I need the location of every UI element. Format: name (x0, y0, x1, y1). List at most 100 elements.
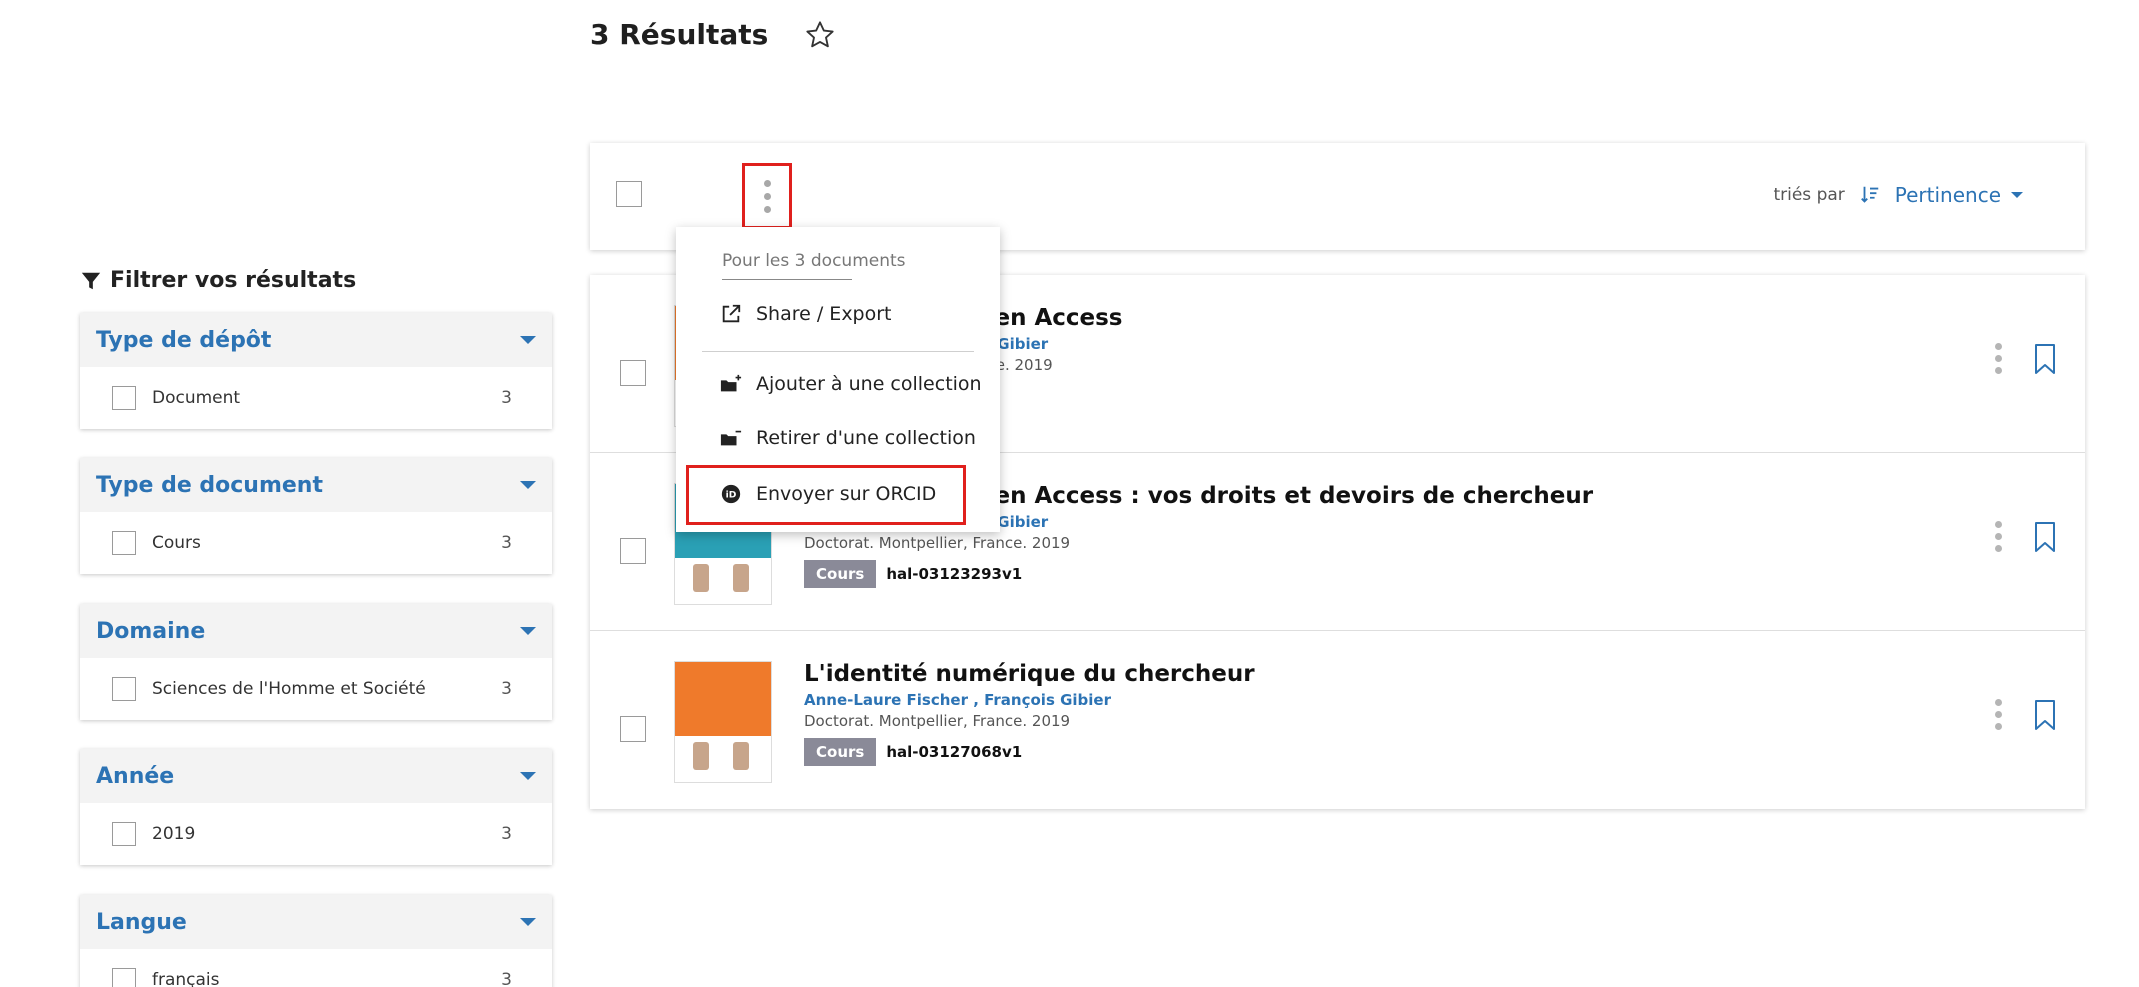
result-checkbox[interactable] (620, 538, 646, 564)
select-all-checkbox[interactable] (616, 181, 642, 207)
facet-type-depot: Type de dépôt Document 3 (80, 313, 552, 429)
sort-label: triés par (1773, 185, 1845, 205)
row-more-button[interactable] (1991, 699, 2005, 730)
menu-item-send-orcid[interactable]: iD Envoyer sur ORCID (720, 483, 936, 505)
menu-item-label: Retirer d'une collection (756, 427, 976, 449)
facet-option-label: français (152, 970, 220, 987)
facet-title: Année (96, 763, 175, 789)
caret-down-icon (2011, 192, 2023, 198)
facet-title: Domaine (96, 618, 206, 644)
more-vertical-icon-dot (1994, 533, 2002, 540)
share-export-icon (722, 304, 741, 323)
chevron-down-icon[interactable] (520, 481, 536, 489)
chevron-down-icon[interactable] (520, 627, 536, 635)
facet-header[interactable]: Type de document (80, 458, 552, 512)
thumbnail-figure (733, 742, 749, 770)
facet-langue: Langue français 3 (80, 895, 552, 987)
more-vertical-icon-dot (1994, 545, 2002, 552)
bookmark-icon[interactable] (2033, 343, 2057, 375)
result-meta: Doctorat. Montpellier, France. 2019 (804, 712, 1071, 730)
result-meta: Doctorat. Montpellier, France. 2019 (804, 534, 1071, 552)
facet-option-label: Cours (152, 533, 201, 553)
chevron-down-icon[interactable] (520, 918, 536, 926)
facet-option-count: 3 (501, 533, 512, 553)
menu-item-label: Share / Export (756, 303, 892, 325)
hal-id[interactable]: hal-03127068v1 (886, 743, 1022, 761)
facet-option[interactable]: 2019 3 (80, 803, 552, 865)
menu-item-label: Ajouter à une collection (756, 373, 982, 395)
facet-title: Type de document (96, 472, 323, 498)
facet-header[interactable]: Domaine (80, 604, 552, 658)
more-vertical-icon (1994, 699, 2002, 706)
document-thumbnail[interactable] (674, 661, 772, 783)
result-checkbox[interactable] (620, 716, 646, 742)
menu-header-underline (722, 279, 852, 280)
facet-option[interactable]: Sciences de l'Homme et Société 3 (80, 658, 552, 720)
folder-add-icon (720, 374, 742, 392)
facet-header[interactable]: Type de dépôt (80, 313, 552, 367)
facet-option[interactable]: Cours 3 (80, 512, 552, 574)
page-title: 3 Résultats (590, 18, 769, 51)
facet-option[interactable]: français 3 (80, 949, 552, 987)
filter-title: Filtrer vos résultats (80, 268, 356, 293)
bookmark-icon[interactable] (2033, 521, 2057, 553)
result-item: L'identité numérique du chercheur Anne-L… (590, 631, 2085, 809)
sort-value: Pertinence (1894, 183, 2001, 207)
document-type-badge: Cours (804, 738, 877, 766)
sort-icon (1860, 186, 1879, 203)
facet-option[interactable]: Document 3 (80, 367, 552, 429)
facet-option-label: Document (152, 388, 241, 408)
filter-icon (81, 272, 101, 289)
more-vertical-icon (763, 179, 771, 187)
result-checkbox[interactable] (620, 360, 646, 386)
facet-checkbox[interactable] (112, 386, 136, 410)
menu-item-share-export[interactable]: Share / Export (720, 303, 892, 325)
menu-item-label: Envoyer sur ORCID (756, 483, 937, 505)
menu-divider (702, 351, 974, 352)
results-header: 3 Résultats (590, 18, 836, 51)
result-tags: Cours hal-03123293v1 (804, 560, 1935, 588)
facet-option-count: 3 (501, 679, 512, 699)
facet-option-label: 2019 (152, 824, 196, 844)
menu-item-add-collection[interactable]: Ajouter à une collection (720, 373, 982, 395)
menu-item-remove-collection[interactable]: Retirer d'une collection (720, 427, 976, 449)
thumbnail-figure (693, 564, 709, 592)
facet-domaine: Domaine Sciences de l'Homme et Société 3 (80, 604, 552, 720)
facet-checkbox[interactable] (112, 531, 136, 555)
thumbnail-band (675, 662, 771, 736)
star-icon[interactable] (804, 19, 836, 51)
hal-id[interactable]: hal-03123293v1 (886, 565, 1022, 583)
chevron-down-icon[interactable] (520, 772, 536, 780)
sort-dropdown[interactable]: Pertinence (1895, 183, 2023, 207)
facet-title: Langue (96, 909, 187, 935)
result-title[interactable]: L'identité numérique du chercheur (804, 661, 1935, 687)
folder-remove-icon (720, 430, 742, 446)
orcid-icon: iD (721, 484, 741, 504)
facet-checkbox[interactable] (112, 677, 136, 701)
facet-option-label: Sciences de l'Homme et Société (152, 679, 426, 699)
thumbnail-figure (733, 564, 749, 592)
facet-checkbox[interactable] (112, 822, 136, 846)
facet-annee: Année 2019 3 (80, 749, 552, 865)
facet-header[interactable]: Année (80, 749, 552, 803)
row-more-button[interactable] (1991, 343, 2005, 374)
row-more-button[interactable] (1991, 521, 2005, 552)
menu-header: Pour les 3 documents (722, 251, 906, 271)
thumbnail-figure (693, 742, 709, 770)
facet-option-count: 3 (501, 824, 512, 844)
more-vertical-icon-dot (1994, 711, 2002, 718)
facet-header[interactable]: Langue (80, 895, 552, 949)
result-authors[interactable]: Anne-Laure Fischer , François Gibier (804, 691, 1935, 709)
chevron-down-icon[interactable] (520, 336, 536, 344)
result-tags: Cours hal-03127068v1 (804, 738, 1935, 766)
facet-title: Type de dépôt (96, 327, 272, 353)
more-vertical-icon-dot (763, 192, 771, 200)
filter-title-label: Filtrer vos résultats (110, 268, 357, 293)
bulk-actions-button[interactable] (742, 163, 792, 229)
facet-option-count: 3 (501, 970, 512, 987)
facet-checkbox[interactable] (112, 968, 136, 987)
bookmark-icon[interactable] (2033, 699, 2057, 731)
more-vertical-icon-dot (1994, 367, 2002, 374)
document-type-badge: Cours (804, 560, 877, 588)
more-vertical-icon (1994, 343, 2002, 350)
